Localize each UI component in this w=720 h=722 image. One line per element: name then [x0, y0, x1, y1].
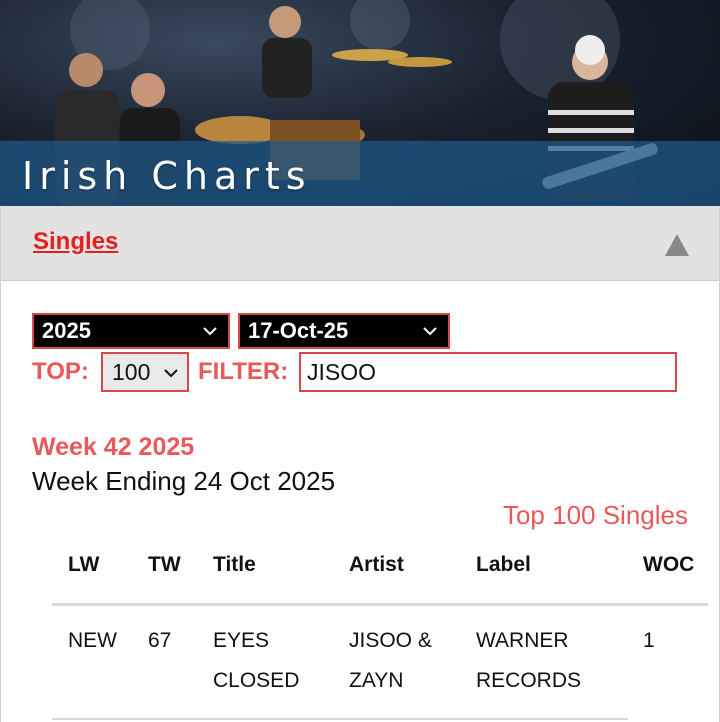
column-header-tw: TW	[148, 553, 181, 576]
cell-woc: 1	[643, 629, 655, 652]
column-header-woc: WOC	[643, 553, 695, 576]
week-title: Week 42 2025	[32, 433, 195, 461]
section-header[interactable]: Singles	[1, 206, 719, 281]
column-header-label: Label	[476, 553, 531, 576]
row-divider	[52, 718, 628, 720]
header-banner: Irish Charts	[0, 0, 720, 206]
date-select[interactable]: 17-Oct-25	[238, 313, 450, 349]
singles-link[interactable]: Singles	[33, 228, 118, 256]
cell-artist-line2: ZAYN	[349, 669, 404, 692]
cell-artist-line1: JISOO &	[349, 629, 432, 652]
chevron-down-icon	[203, 327, 217, 336]
filter-label: FILTER:	[198, 358, 289, 385]
year-select[interactable]: 2025	[32, 313, 230, 349]
date-select-value: 17-Oct-25	[248, 318, 349, 343]
cell-title-line2: CLOSED	[213, 669, 300, 692]
week-ending: Week Ending 24 Oct 2025	[32, 466, 336, 496]
column-header-lw: LW	[68, 553, 100, 576]
chevron-down-icon	[423, 327, 437, 336]
chevron-down-icon	[164, 369, 178, 378]
site-title: Irish Charts	[22, 154, 312, 198]
cell-lw: NEW	[68, 629, 117, 652]
cell-tw: 67	[148, 629, 172, 652]
cell-title-line1: EYES	[213, 629, 270, 652]
top-select[interactable]: 100	[101, 352, 189, 392]
filter-input[interactable]: JISOO	[299, 352, 677, 392]
top-100-singles-link[interactable]: Top 100 Singles	[503, 500, 688, 531]
year-select-value: 2025	[42, 318, 91, 343]
cell-label-line2: RECORDS	[476, 669, 582, 692]
top-select-value: 100	[112, 359, 151, 385]
column-header-title: Title	[213, 553, 256, 576]
cell-label-line1: WARNER	[476, 629, 569, 652]
column-header-artist: Artist	[349, 553, 404, 576]
header-divider	[52, 603, 708, 606]
top-label: TOP:	[32, 358, 89, 385]
triangle-up-icon[interactable]	[665, 234, 689, 256]
